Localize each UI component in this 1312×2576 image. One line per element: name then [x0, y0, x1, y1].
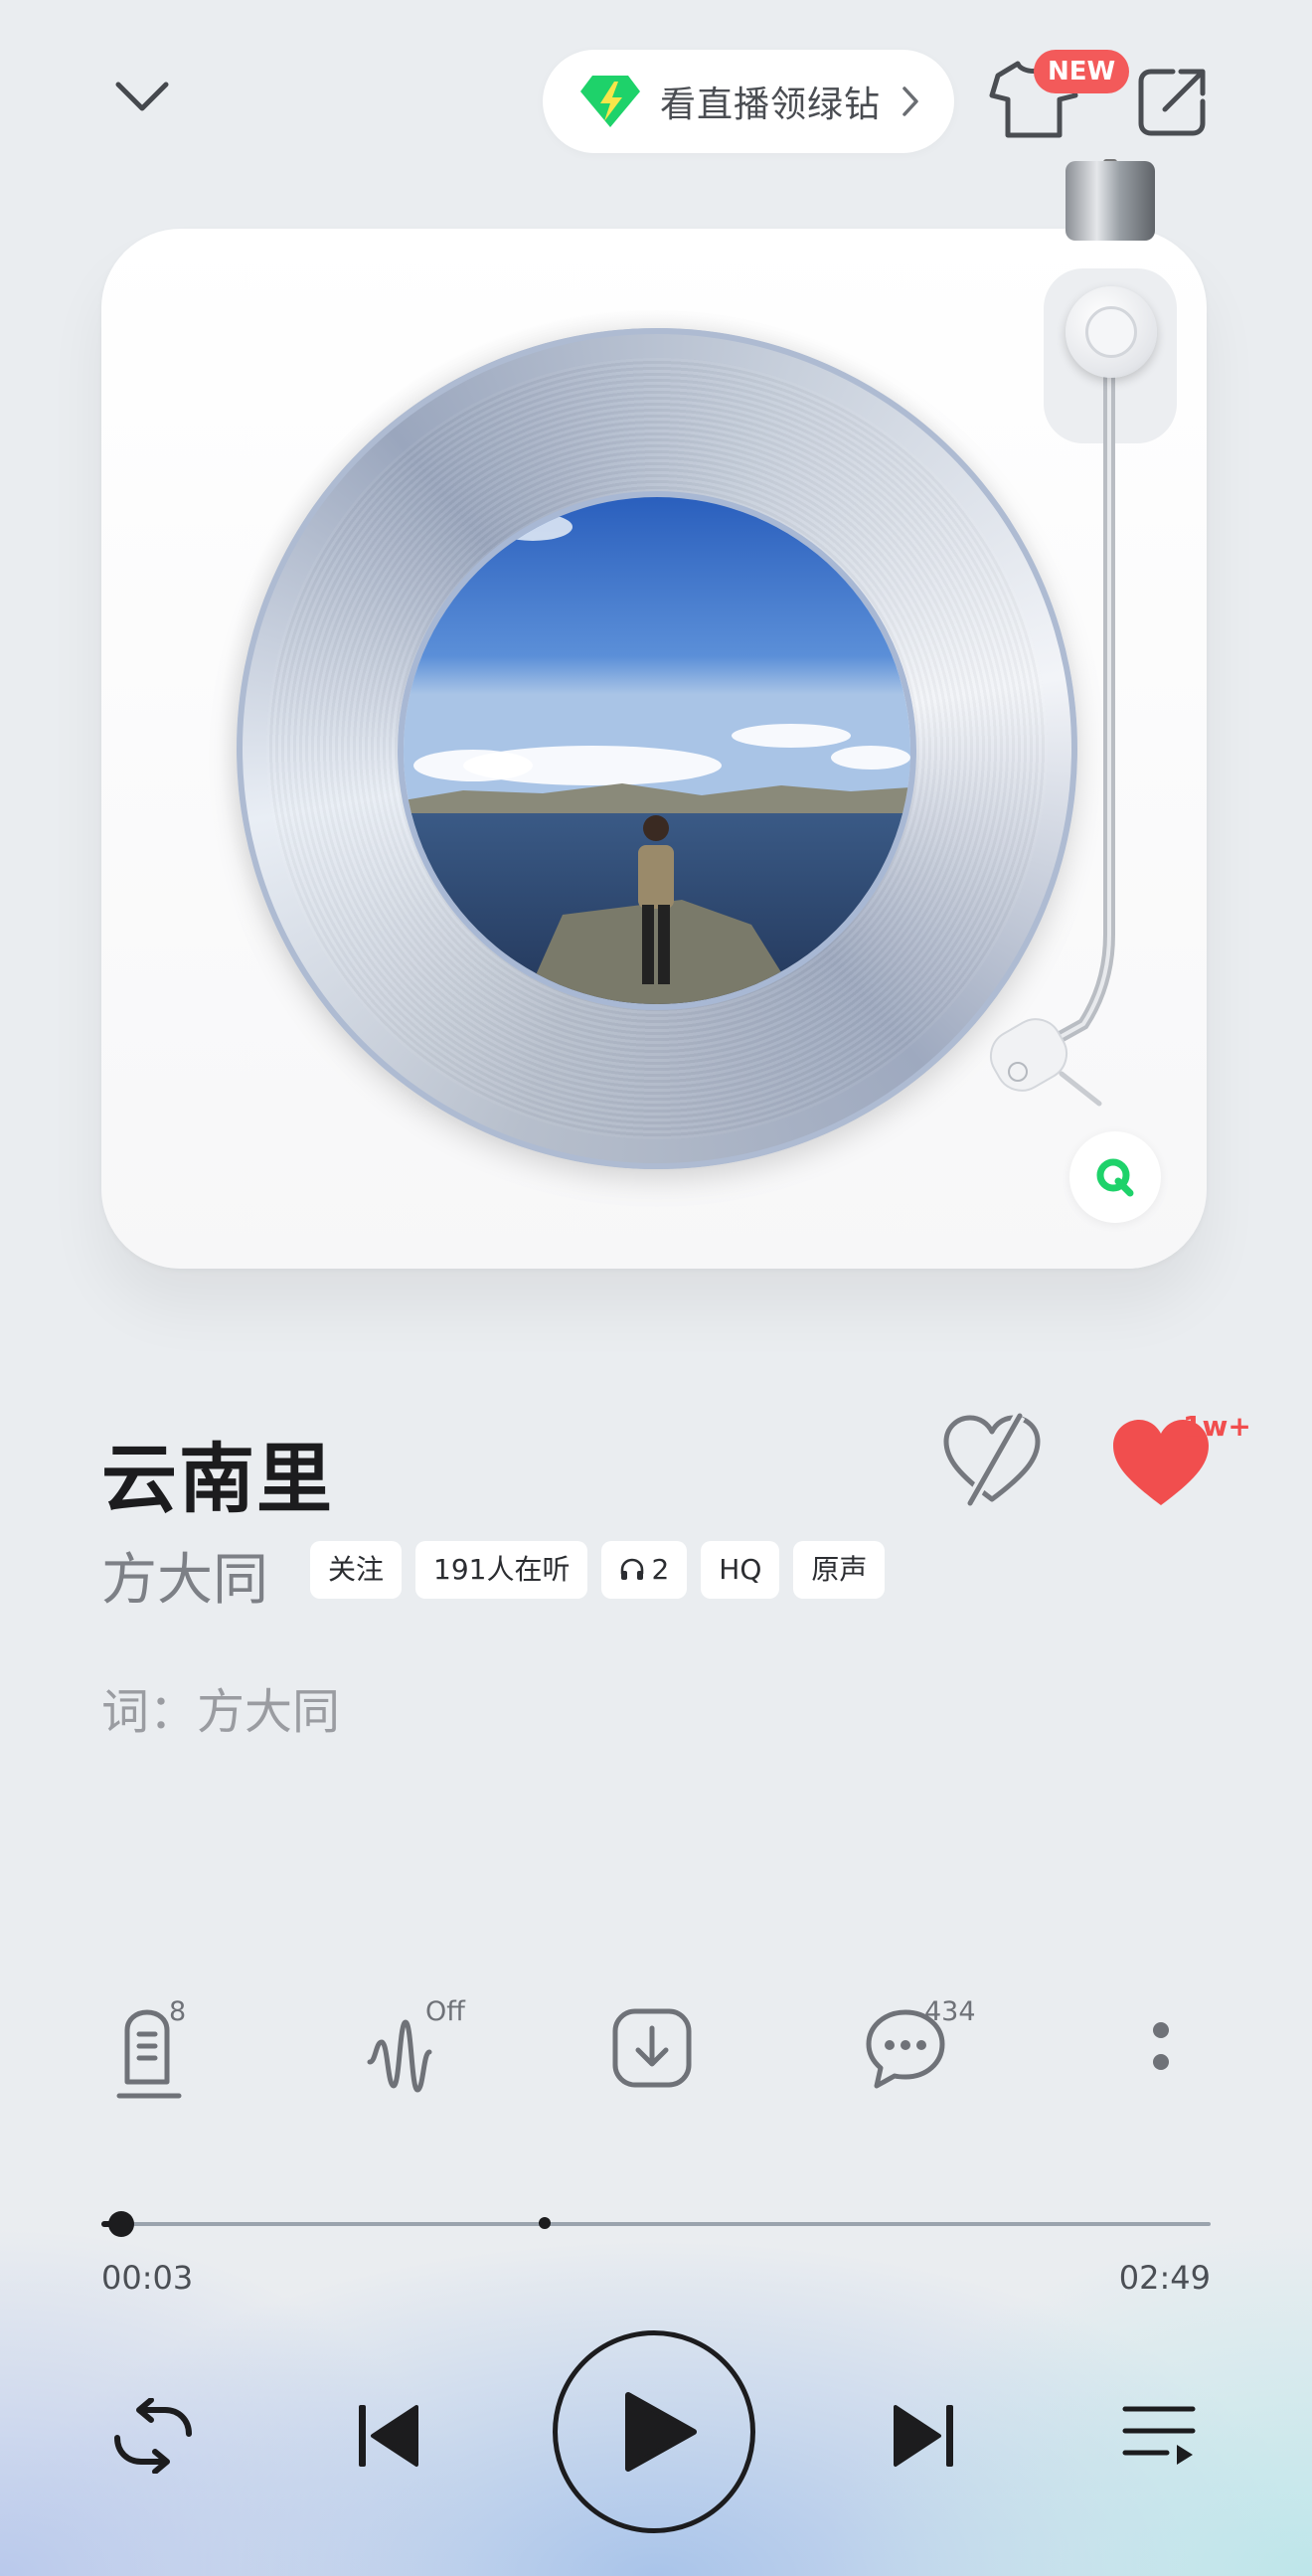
progress-track[interactable]	[101, 2222, 1211, 2226]
skip-previous-icon	[359, 2405, 418, 2467]
song-tags: 关注 191人在听 2 HQ 原声	[310, 1541, 886, 1599]
like-count: 1w+	[1183, 1410, 1251, 1443]
more-button[interactable]	[1113, 2006, 1209, 2102]
song-title: 云南里	[101, 1435, 334, 1523]
more-vertical-icon	[1153, 2022, 1169, 2070]
skip-next-icon	[894, 2405, 953, 2467]
listeners-tag[interactable]: 191人在听	[415, 1541, 588, 1599]
dislike-button[interactable]	[940, 1412, 1044, 1507]
playlist-icon	[1122, 2406, 1196, 2465]
repeat-icon	[114, 2398, 192, 2474]
download-button[interactable]	[610, 2006, 706, 2102]
follow-tag[interactable]: 关注	[310, 1541, 403, 1599]
progress-thumb[interactable]	[108, 2211, 135, 2237]
buffer-marker	[539, 2217, 552, 2229]
playlist-button[interactable]	[1109, 2386, 1209, 2486]
q-logo-icon	[1096, 1158, 1134, 1197]
total-time: 02:49	[1118, 2259, 1211, 2297]
comments-count: 434	[924, 1996, 976, 2027]
play-button[interactable]	[553, 2330, 755, 2533]
lyrics-mic-button[interactable]	[113, 2006, 209, 2102]
lyrics-count: 8	[169, 1996, 187, 2027]
quality-tag[interactable]: HQ	[701, 1541, 780, 1599]
original-tag[interactable]: 原声	[793, 1541, 886, 1599]
current-time: 00:03	[101, 2259, 194, 2297]
next-button[interactable]	[875, 2386, 974, 2486]
artist-name[interactable]: 方大同	[101, 1535, 268, 1616]
headphones-tag[interactable]: 2	[601, 1541, 688, 1599]
tonearm-pivot-cap	[1085, 306, 1137, 358]
play-icon	[625, 2392, 697, 2472]
lyric-line[interactable]: 词：方大同	[101, 1672, 340, 1742]
previous-button[interactable]	[338, 2386, 437, 2486]
effect-state: Off	[425, 1996, 465, 2027]
tonearm[interactable]	[0, 0, 1312, 1193]
headphones-icon	[621, 1558, 644, 1580]
qq-music-logo	[1069, 1131, 1161, 1223]
repeat-button[interactable]	[103, 2386, 203, 2486]
download-icon	[612, 2008, 692, 2088]
broken-heart-icon	[943, 1413, 1041, 1506]
